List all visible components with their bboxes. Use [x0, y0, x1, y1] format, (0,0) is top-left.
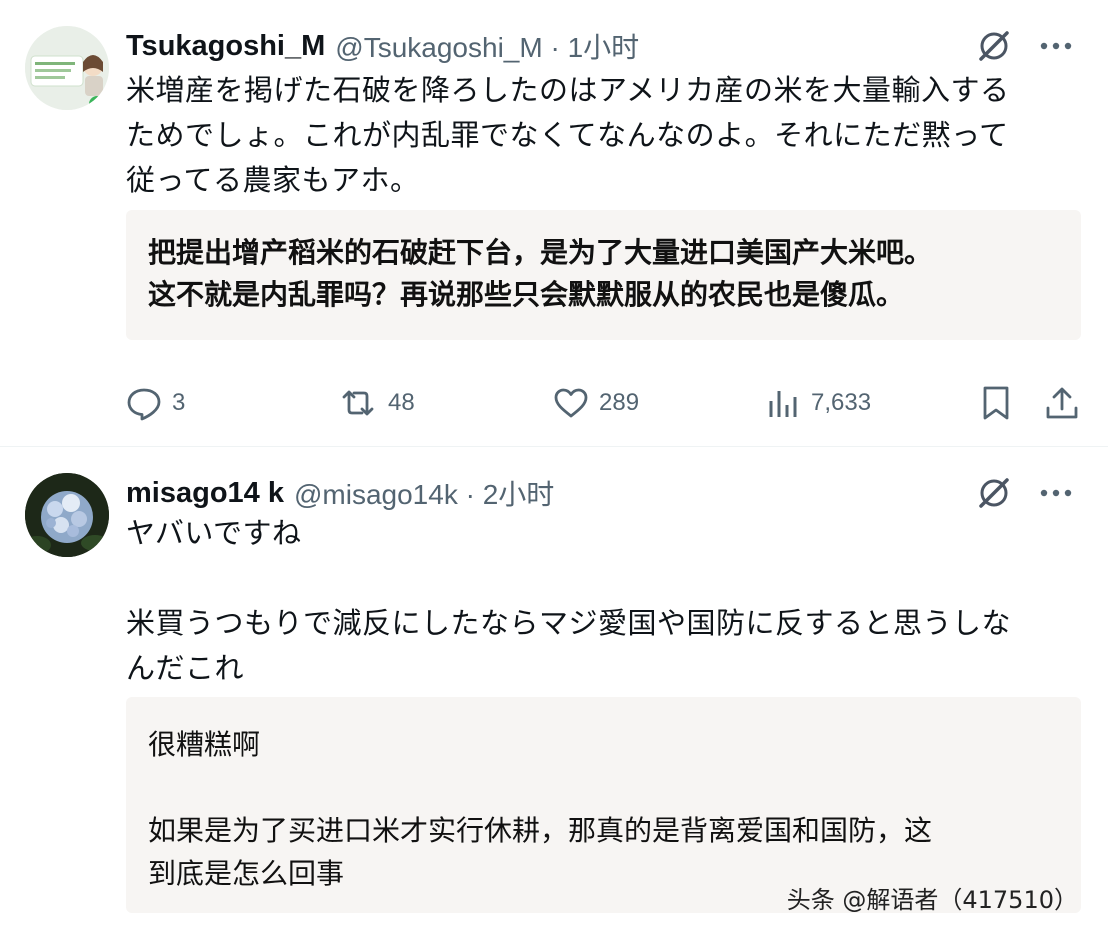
translation-text: 把提出增产稻米的石破赶下台，是为了大量进口美国产大米吧。 这不就是内乱罪吗？再说…	[148, 236, 933, 311]
like-count: 289	[599, 389, 640, 416]
reply-button[interactable]: 3	[126, 381, 185, 425]
views-count: 7,633	[811, 389, 872, 416]
repost-button[interactable]: 48	[338, 381, 415, 425]
avatar[interactable]	[25, 473, 109, 557]
views-icon	[767, 385, 801, 421]
repost-count: 48	[388, 389, 415, 416]
reply-count: 3	[172, 389, 186, 416]
more-icon[interactable]	[1040, 41, 1072, 51]
handle-and-time[interactable]: @Tsukagoshi_M · 1小时	[335, 26, 639, 66]
translation-box: 把提出增产稻米的石破赶下台，是为了大量进口美国产大米吧。 这不就是内乱罪吗？再说…	[126, 210, 1081, 340]
tweet-text: ヤバいですね 米買うつもりで減反にしたならマジ愛国や国防に反すると思うしな んだ…	[126, 516, 1012, 685]
avatar[interactable]	[25, 26, 109, 110]
tweet-2[interactable]: misago14 k @misago14k · 2小时 ヤバいですね 米買うつも…	[0, 447, 1108, 933]
share-button[interactable]	[1044, 381, 1080, 425]
tweet-header-icons	[976, 26, 1072, 66]
handle-and-time[interactable]: @misago14k · 2小时	[294, 473, 554, 513]
tweet-actions: 3 48 289 7,633	[126, 381, 1082, 425]
views-button[interactable]: 7,633	[767, 381, 871, 425]
watermark: 头条 @解语者（417510）	[786, 886, 1078, 914]
tweet-header-icons	[976, 473, 1072, 513]
like-button[interactable]: 289	[553, 381, 639, 425]
tweet-header: misago14 k @misago14k · 2小时	[126, 473, 554, 513]
share-icon	[1044, 384, 1080, 422]
grok-icon[interactable]	[976, 475, 1012, 511]
like-icon	[553, 385, 589, 421]
translation-text: 很糟糕啊 如果是为了买进口米才实行休耕，那真的是背离爱国和国防，这 到底是怎么回…	[148, 728, 933, 890]
reply-icon	[126, 385, 162, 421]
bookmark-button[interactable]	[980, 381, 1012, 425]
tweet-text: 米増産を掲げた石破を降ろしたのはアメリカ産の米を大量輸入する ためでしょ。これが…	[126, 73, 1010, 197]
display-name[interactable]: misago14 k	[126, 477, 284, 510]
tweet-1[interactable]: Tsukagoshi_M @Tsukagoshi_M · 1小时 米増産を掲げた…	[0, 0, 1108, 447]
display-name[interactable]: Tsukagoshi_M	[126, 30, 325, 63]
repost-icon	[338, 385, 378, 421]
more-icon[interactable]	[1040, 488, 1072, 498]
grok-icon[interactable]	[976, 28, 1012, 64]
bookmark-icon	[980, 384, 1012, 422]
tweet-header: Tsukagoshi_M @Tsukagoshi_M · 1小时	[126, 26, 639, 66]
